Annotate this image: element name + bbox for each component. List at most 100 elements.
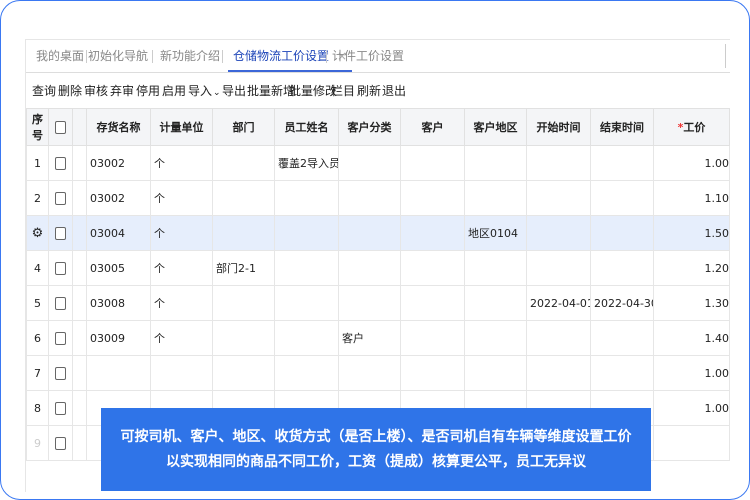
- customer-class-cell[interactable]: 客户: [338, 320, 401, 356]
- price-cell[interactable]: 1.00: [653, 355, 730, 391]
- item-name-cell[interactable]: [86, 355, 151, 391]
- table-row[interactable]: 1 03002 个 覆盖2导入员... 1.00: [26, 145, 730, 181]
- item-name-cell[interactable]: 03004: [86, 215, 151, 251]
- end-time-cell[interactable]: [590, 215, 654, 251]
- unaudit-button[interactable]: 弃审: [110, 82, 134, 99]
- table-row-selected[interactable]: ⚙ 03004 个 地区0104 1.50: [26, 215, 730, 251]
- row-checkbox[interactable]: [55, 366, 66, 380]
- region-cell[interactable]: [464, 145, 527, 181]
- tab-my-desktop[interactable]: 我的桌面: [36, 40, 84, 72]
- price-cell[interactable]: 1.00: [653, 390, 730, 426]
- row-checkbox-cell[interactable]: [48, 355, 73, 391]
- employee-cell[interactable]: [274, 180, 339, 216]
- tab-piece-price-settings[interactable]: 计件工价设置: [332, 40, 404, 72]
- row-checkbox[interactable]: [55, 436, 66, 450]
- unit-cell[interactable]: 个: [150, 215, 213, 251]
- price-cell[interactable]: 1.20: [653, 250, 730, 286]
- exit-button[interactable]: 退出: [382, 82, 406, 99]
- tab-scroll-handle[interactable]: [725, 44, 730, 68]
- query-button[interactable]: 查询: [32, 82, 56, 99]
- dept-cell[interactable]: 部门2-1: [212, 250, 275, 286]
- row-settings-cell[interactable]: ⚙: [26, 215, 49, 251]
- refresh-button[interactable]: 刷新: [357, 82, 381, 99]
- employee-cell[interactable]: [274, 215, 339, 251]
- col-header-unit[interactable]: 计量单位: [150, 108, 213, 146]
- unit-cell[interactable]: 个: [150, 145, 213, 181]
- table-row[interactable]: 2 03002 个 1.10: [26, 180, 730, 216]
- customer-cell[interactable]: [400, 180, 465, 216]
- col-header-price[interactable]: *工价: [653, 108, 730, 146]
- start-time-cell[interactable]: [526, 145, 591, 181]
- dept-cell[interactable]: [212, 180, 275, 216]
- region-cell[interactable]: [464, 285, 527, 321]
- item-name-cell[interactable]: 03005: [86, 250, 151, 286]
- unit-cell[interactable]: 个: [150, 180, 213, 216]
- table-row[interactable]: 7 1.00: [26, 355, 730, 391]
- row-checkbox[interactable]: [55, 156, 66, 170]
- row-checkbox-cell[interactable]: [48, 250, 73, 286]
- disable-button[interactable]: 停用: [136, 82, 160, 99]
- table-row[interactable]: 6 03009 个 客户 1.40: [26, 320, 730, 356]
- table-row[interactable]: 5 03008 个 2022-04-01 2022-04-30 1.30: [26, 285, 730, 321]
- item-name-cell[interactable]: 03002: [86, 180, 151, 216]
- col-header-dept[interactable]: 部门: [212, 108, 275, 146]
- price-cell[interactable]: [653, 425, 730, 461]
- row-checkbox-cell[interactable]: [48, 390, 73, 426]
- tab-init-nav[interactable]: 初始化导航: [88, 40, 148, 72]
- col-header-customer-class[interactable]: 客户分类: [338, 108, 401, 146]
- col-header-select-all[interactable]: [48, 108, 73, 146]
- row-checkbox-cell[interactable]: [48, 285, 73, 321]
- row-checkbox-cell[interactable]: [48, 320, 73, 356]
- gear-icon[interactable]: ⚙: [32, 226, 44, 241]
- col-header-start-time[interactable]: 开始时间: [526, 108, 591, 146]
- select-all-checkbox[interactable]: [55, 120, 66, 134]
- region-cell[interactable]: 地区0104: [464, 215, 527, 251]
- customer-class-cell[interactable]: [338, 215, 401, 251]
- employee-cell[interactable]: [274, 320, 339, 356]
- col-header-customer[interactable]: 客户: [400, 108, 465, 146]
- customer-class-cell[interactable]: [338, 285, 401, 321]
- col-header-employee[interactable]: 员工姓名: [274, 108, 339, 146]
- start-time-cell[interactable]: [526, 250, 591, 286]
- price-cell[interactable]: 1.40: [653, 320, 730, 356]
- tab-new-features[interactable]: 新功能介绍: [160, 40, 220, 72]
- customer-cell[interactable]: [400, 355, 465, 391]
- audit-button[interactable]: 审核: [84, 82, 108, 99]
- table-row[interactable]: 4 03005 个 部门2-1 1.20: [26, 250, 730, 286]
- row-checkbox[interactable]: [55, 191, 66, 205]
- region-cell[interactable]: [464, 320, 527, 356]
- item-name-cell[interactable]: 03008: [86, 285, 151, 321]
- start-time-cell[interactable]: 2022-04-01: [526, 285, 591, 321]
- end-time-cell[interactable]: [590, 180, 654, 216]
- start-time-cell[interactable]: [526, 320, 591, 356]
- price-cell[interactable]: 1.00: [653, 145, 730, 181]
- col-header-item-name[interactable]: 存货名称: [86, 108, 151, 146]
- unit-cell[interactable]: 个: [150, 250, 213, 286]
- price-cell[interactable]: 1.30: [653, 285, 730, 321]
- row-checkbox[interactable]: [55, 331, 66, 345]
- price-cell[interactable]: 1.10: [653, 180, 730, 216]
- customer-cell[interactable]: [400, 320, 465, 356]
- row-checkbox-cell[interactable]: [48, 425, 73, 461]
- employee-cell[interactable]: [274, 355, 339, 391]
- customer-cell[interactable]: [400, 145, 465, 181]
- col-header-region[interactable]: 客户地区: [464, 108, 527, 146]
- row-checkbox-cell[interactable]: [48, 145, 73, 181]
- end-time-cell[interactable]: 2022-04-30: [590, 285, 654, 321]
- import-dropdown[interactable]: 导入⌄: [188, 82, 221, 99]
- delete-button[interactable]: 删除: [58, 82, 82, 99]
- customer-class-cell[interactable]: [338, 355, 401, 391]
- row-checkbox-cell[interactable]: [48, 215, 73, 251]
- enable-button[interactable]: 启用: [162, 82, 186, 99]
- start-time-cell[interactable]: [526, 215, 591, 251]
- employee-cell[interactable]: [274, 285, 339, 321]
- region-cell[interactable]: [464, 250, 527, 286]
- row-checkbox-cell[interactable]: [48, 180, 73, 216]
- unit-cell[interactable]: 个: [150, 320, 213, 356]
- customer-class-cell[interactable]: [338, 250, 401, 286]
- customer-class-cell[interactable]: [338, 180, 401, 216]
- start-time-cell[interactable]: [526, 355, 591, 391]
- employee-cell[interactable]: 覆盖2导入员...: [274, 145, 339, 181]
- row-checkbox[interactable]: [55, 261, 66, 275]
- row-checkbox[interactable]: [55, 296, 66, 310]
